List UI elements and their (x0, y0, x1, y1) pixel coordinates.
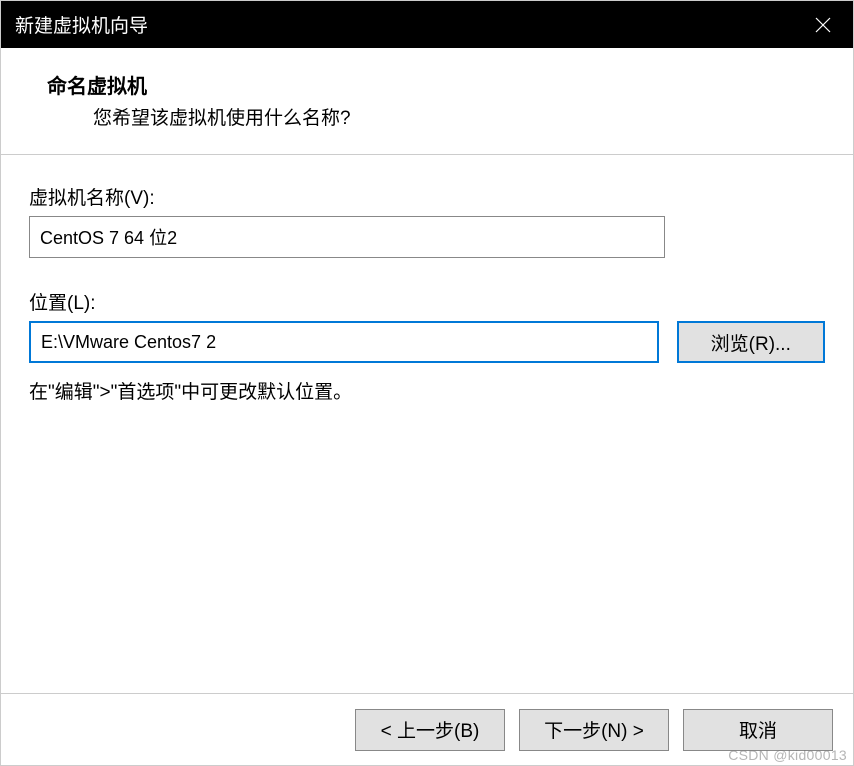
wizard-heading: 命名虚拟机 (1, 70, 853, 99)
vmname-input[interactable] (29, 216, 665, 258)
window-title: 新建虚拟机向导 (15, 11, 148, 38)
edit-preferences-hint: 在"编辑">"首选项"中可更改默认位置。 (29, 377, 825, 404)
wizard-content: 虚拟机名称(V): 位置(L): 浏览(R)... 在"编辑">"首选项"中可更… (1, 155, 853, 693)
close-icon (814, 16, 832, 34)
location-input[interactable] (29, 321, 659, 363)
wizard-subtext: 您希望该虚拟机使用什么名称? (1, 103, 853, 130)
location-label: 位置(L): (29, 288, 825, 315)
back-button[interactable]: < 上一步(B) (355, 709, 505, 751)
browse-button[interactable]: 浏览(R)... (677, 321, 825, 363)
close-button[interactable] (793, 1, 853, 48)
vmname-label: 虚拟机名称(V): (29, 183, 825, 210)
titlebar: 新建虚拟机向导 (1, 1, 853, 48)
wizard-header: 命名虚拟机 您希望该虚拟机使用什么名称? (1, 48, 853, 155)
cancel-button[interactable]: 取消 (683, 709, 833, 751)
wizard-window: 新建虚拟机向导 命名虚拟机 您希望该虚拟机使用什么名称? 虚拟机名称(V): 位… (0, 0, 854, 766)
next-button[interactable]: 下一步(N) > (519, 709, 669, 751)
wizard-footer: < 上一步(B) 下一步(N) > 取消 CSDN @kid00013 (1, 693, 853, 765)
location-row: 浏览(R)... (29, 321, 825, 363)
